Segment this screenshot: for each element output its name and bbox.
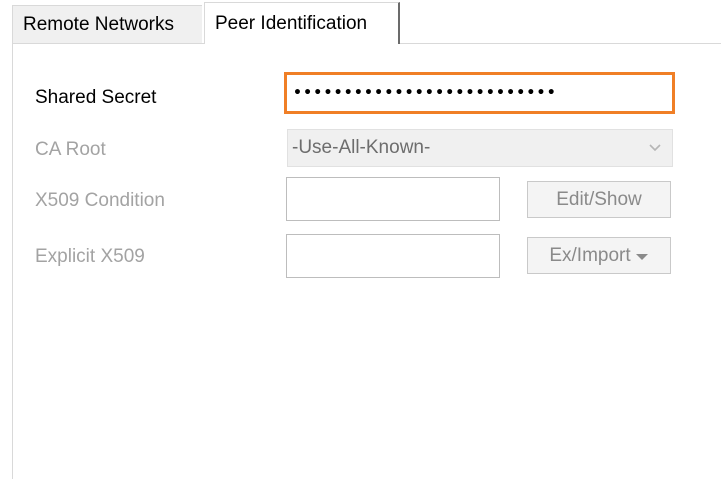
- edit-show-button-label: Edit/Show: [556, 188, 642, 210]
- shared-secret-masked-value: ••••••••••••••••••••••••••: [293, 85, 557, 101]
- tab-peer-identification[interactable]: Peer Identification: [204, 2, 400, 44]
- ca-root-label: CA Root: [35, 139, 106, 160]
- tab-strip: Remote Networks Peer Identification: [0, 0, 721, 44]
- shared-secret-label: Shared Secret: [35, 87, 157, 108]
- tab-peer-identification-label: Peer Identification: [215, 12, 368, 34]
- chevron-down-icon[interactable]: [638, 130, 672, 166]
- explicit-x509-field[interactable]: [286, 234, 500, 278]
- x509-condition-field[interactable]: [286, 177, 500, 221]
- edit-show-button[interactable]: Edit/Show: [527, 181, 671, 218]
- dialog-root: Remote Networks Peer Identification Shar…: [0, 0, 721, 479]
- ca-root-selected-value: -Use-All-Known-: [292, 137, 431, 158]
- ex-import-button[interactable]: Ex/Import: [527, 237, 671, 274]
- tab-remote-networks-label: Remote Networks: [23, 13, 174, 35]
- tab-remote-networks[interactable]: Remote Networks: [12, 5, 202, 43]
- ex-import-button-label: Ex/Import: [549, 244, 631, 266]
- shared-secret-input[interactable]: ••••••••••••••••••••••••••: [284, 72, 675, 114]
- ca-root-select[interactable]: -Use-All-Known-: [287, 129, 673, 167]
- caret-down-icon: [635, 245, 649, 267]
- peer-identification-panel: Shared Secret ••••••••••••••••••••••••••…: [12, 43, 721, 479]
- explicit-x509-label: Explicit X509: [35, 246, 145, 267]
- x509-condition-label: X509 Condition: [35, 190, 165, 211]
